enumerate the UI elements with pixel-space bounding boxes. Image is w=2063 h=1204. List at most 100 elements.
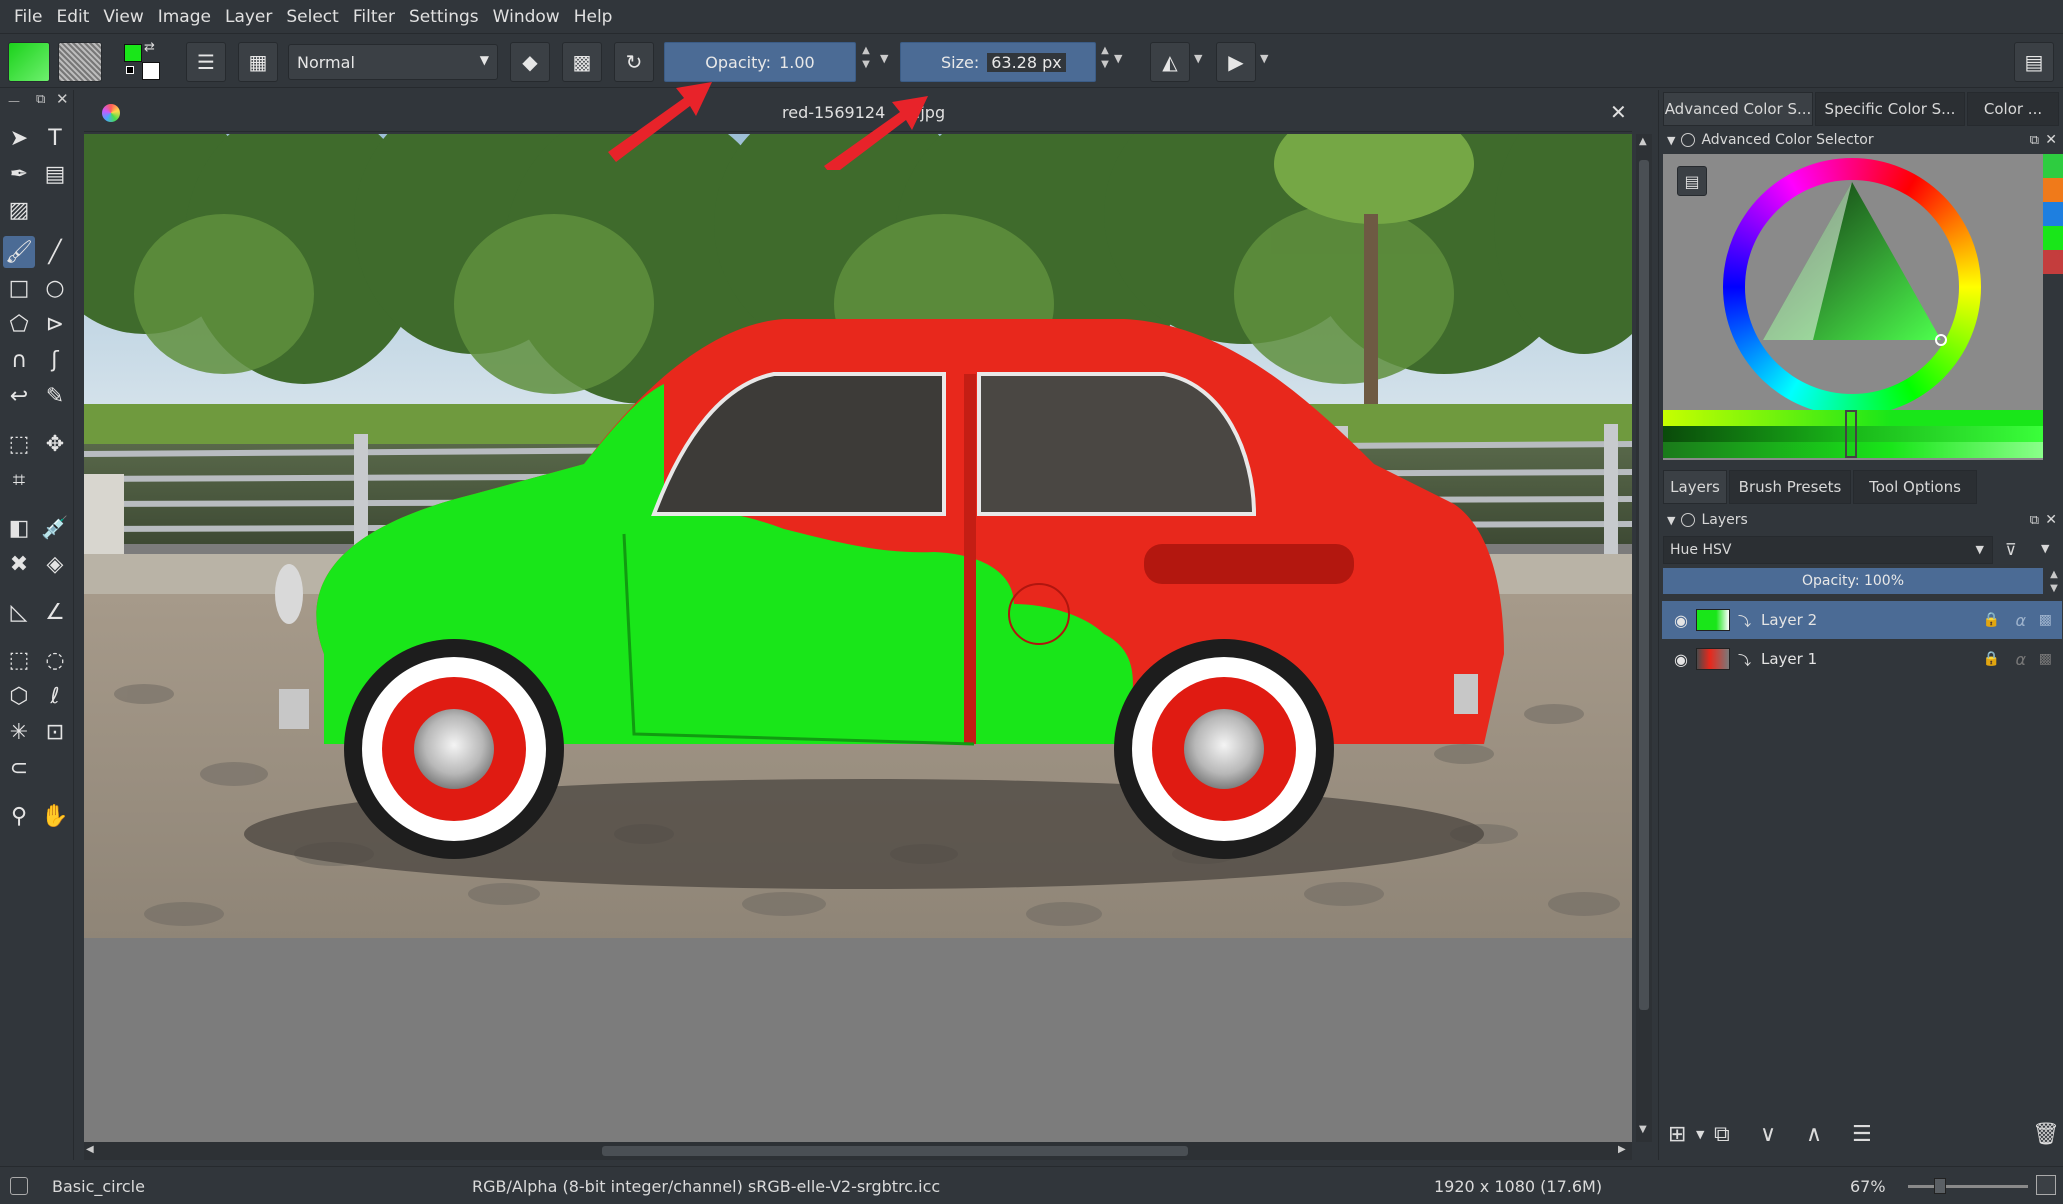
color-selector-settings-icon[interactable]: ▤	[1677, 166, 1707, 196]
tab-layers[interactable]: Layers	[1663, 470, 1727, 504]
assistant-tool-icon[interactable]: ◺	[3, 596, 35, 628]
color-swatches[interactable]: ⇄	[122, 40, 164, 84]
chevron-down-icon[interactable]: ▼	[1114, 52, 1122, 65]
chevron-down-icon[interactable]: ▼	[2041, 542, 2049, 555]
horizontal-scrollbar[interactable]: ◀ ▶	[84, 1142, 1632, 1160]
swap-colors-icon[interactable]: ⇄	[144, 40, 155, 55]
freehand-brush-tool-icon[interactable]: 🖌	[3, 236, 35, 268]
menu-image[interactable]: Image	[158, 7, 211, 27]
menu-window[interactable]: Window	[493, 7, 560, 27]
chevron-down-icon[interactable]: ▼	[1194, 52, 1202, 65]
color-picker-tool-icon[interactable]: 💉	[39, 512, 71, 544]
contiguous-selection-icon[interactable]: ✳	[3, 716, 35, 748]
pattern-preset-button[interactable]	[58, 42, 102, 82]
transform-tool-icon[interactable]: ⬚	[3, 428, 35, 460]
inherit-alpha-icon[interactable]: ▩	[2039, 651, 2052, 667]
tab-brush-presets[interactable]: Brush Presets	[1729, 470, 1851, 504]
smart-patch-tool-icon[interactable]: ✖	[3, 548, 35, 580]
menu-view[interactable]: View	[103, 7, 143, 27]
layer-blend-mode-dropdown[interactable]: Hue HSV ▼	[1663, 536, 1993, 564]
text-tool-icon[interactable]: T	[39, 122, 71, 154]
alpha-lock-icon[interactable]: α	[2015, 650, 2026, 669]
background-color-swatch[interactable]	[142, 62, 160, 80]
tab-specific-color-selector[interactable]: Specific Color S...	[1815, 92, 1965, 126]
collapse-icon[interactable]: ▼	[1667, 514, 1675, 527]
calligraphy-tool-icon[interactable]: ▤	[39, 158, 71, 190]
line-tool-icon[interactable]: ╱	[39, 236, 71, 268]
shade-selector[interactable]	[1663, 410, 2043, 458]
zoom-slider-handle[interactable]	[1934, 1178, 1946, 1194]
vertical-scrollbar[interactable]: ▲ ▼	[1636, 134, 1652, 1142]
visibility-eye-icon[interactable]: ◉	[1674, 611, 1688, 630]
freehand-selection-icon[interactable]: ℓ	[39, 680, 71, 712]
pattern-edit-tool-icon[interactable]: ▨	[3, 194, 35, 226]
menu-file[interactable]: File	[14, 7, 42, 27]
close-icon[interactable]: ✕	[56, 90, 69, 108]
inherit-alpha-icon[interactable]: ▩	[2039, 612, 2052, 628]
saturation-value-triangle[interactable]	[1723, 158, 1981, 416]
chevron-down-icon[interactable]: ▼	[1696, 1128, 1704, 1141]
blend-mode-dropdown[interactable]: Normal ▼	[288, 44, 498, 80]
layer-properties-icon[interactable]: ☰	[1852, 1122, 1872, 1147]
layer-name[interactable]: Layer 1	[1761, 650, 1817, 668]
collapse-icon[interactable]: ▼	[1667, 134, 1675, 147]
scroll-right-icon[interactable]: ▶	[1618, 1144, 1626, 1155]
layer-opacity-spin-buttons[interactable]: ▲ ▼	[2045, 568, 2063, 596]
size-spin-buttons[interactable]: ▲ ▼	[1096, 44, 1114, 72]
measure-tool-icon[interactable]: ∠	[39, 596, 71, 628]
multibrush-tool-icon[interactable]: ✎	[39, 380, 71, 412]
duplicate-layer-icon[interactable]: ⧉	[1714, 1122, 1730, 1147]
rectangle-tool-icon[interactable]: □	[3, 272, 35, 304]
canvas-image[interactable]	[84, 134, 1632, 938]
layer-row-layer-1[interactable]: ◉ ⤵ Layer 1 🔒 α ▩	[1662, 640, 2062, 678]
polygon-tool-icon[interactable]: ⬠	[3, 308, 35, 340]
mirror-vertical-icon[interactable]: ▶	[1216, 42, 1256, 82]
move-layer-down-icon[interactable]: ∨	[1760, 1122, 1776, 1147]
gradient-tool-icon[interactable]: ◧	[3, 512, 35, 544]
fill-tool-icon[interactable]: ◈	[39, 548, 71, 580]
gradient-preset-button[interactable]	[8, 42, 50, 82]
brush-presets-icon[interactable]: ▦	[238, 42, 278, 82]
layer-opacity-slider[interactable]: Opacity: 100%	[1663, 568, 2043, 594]
layer-name[interactable]: Layer 2	[1761, 611, 1817, 629]
zoom-tool-icon[interactable]: ⚲	[3, 800, 35, 832]
lock-icon[interactable]: 🔒	[1983, 612, 2000, 628]
float-icon[interactable]: ⧉	[2030, 513, 2039, 528]
tab-advanced-color-selector[interactable]: Advanced Color S...	[1663, 92, 1813, 126]
add-layer-icon[interactable]: ⊞	[1668, 1122, 1686, 1147]
tab-color[interactable]: Color ...	[1967, 92, 2059, 126]
delete-layer-icon[interactable]: 🗑	[2032, 1122, 2060, 1147]
alpha-lock-icon[interactable]: α	[2015, 611, 2026, 630]
layer-row-layer-2[interactable]: ◉ ⤵ Layer 2 🔒 α ▩	[1662, 601, 2062, 639]
mirror-horizontal-icon[interactable]: ◭	[1150, 42, 1190, 82]
dynamic-brush-tool-icon[interactable]: ↩	[3, 380, 35, 412]
workspace-chooser-icon[interactable]: ▤	[2014, 42, 2054, 82]
color-history-swatches[interactable]	[2043, 154, 2063, 274]
chevron-down-icon[interactable]: ▼	[880, 52, 888, 65]
eraser-mode-icon[interactable]: ◆	[510, 42, 550, 82]
foreground-color-swatch[interactable]	[124, 44, 142, 62]
similar-color-selection-icon[interactable]: ⊡	[39, 716, 71, 748]
scroll-left-icon[interactable]: ◀	[86, 1144, 94, 1155]
close-icon[interactable]: ✕	[2045, 132, 2057, 148]
scroll-down-icon[interactable]: ▼	[1639, 1124, 1647, 1135]
polygonal-selection-icon[interactable]: ⬡	[3, 680, 35, 712]
rectangular-selection-icon[interactable]: ⬚	[3, 644, 35, 676]
ellipse-tool-icon[interactable]: ○	[39, 272, 71, 304]
menu-filter[interactable]: Filter	[353, 7, 395, 27]
default-colors-icon[interactable]	[126, 66, 134, 74]
freehand-path-tool-icon[interactable]: ʃ	[39, 344, 71, 376]
select-shapes-tool-icon[interactable]: ➤	[3, 122, 35, 154]
brush-settings-icon[interactable]: ☰	[186, 42, 226, 82]
float-icon[interactable]: ⧉	[2030, 133, 2039, 148]
close-document-icon[interactable]: ✕	[1610, 100, 1627, 124]
visibility-eye-icon[interactable]: ◉	[1674, 650, 1688, 669]
filter-icon[interactable]: ⊽	[2005, 540, 2017, 559]
polyline-tool-icon[interactable]: ⊳	[39, 308, 71, 340]
crop-tool-icon[interactable]: ⌗	[3, 464, 35, 496]
vertical-scroll-thumb[interactable]	[1639, 160, 1649, 1010]
horizontal-scroll-thumb[interactable]	[602, 1146, 1188, 1156]
scroll-up-icon[interactable]: ▲	[1639, 136, 1647, 147]
bezier-selection-icon[interactable]: ⊂	[3, 752, 35, 784]
menu-help[interactable]: Help	[574, 7, 613, 27]
